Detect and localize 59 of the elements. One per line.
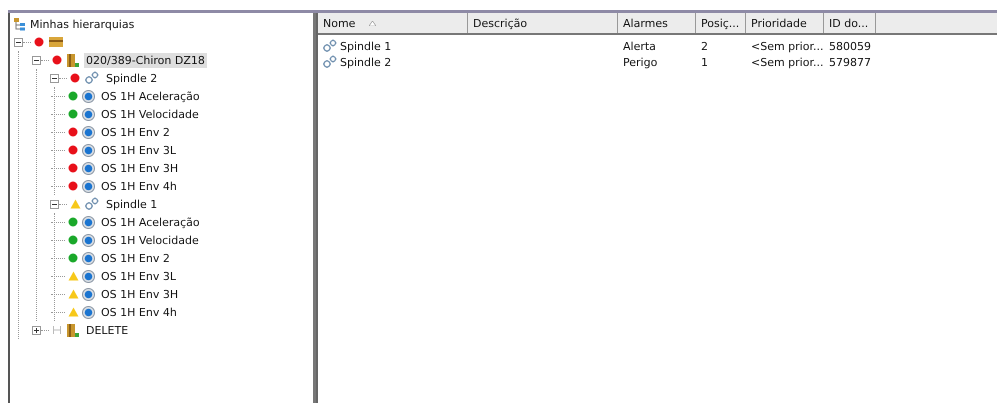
table-cell: <Sem prior... — [751, 40, 824, 52]
book-icon — [66, 322, 80, 338]
tree-item[interactable]: OS 1H Aceleração — [99, 88, 202, 104]
tree-item[interactable]: Spindle 1 — [104, 196, 160, 212]
gears-icon — [84, 197, 100, 211]
table-cell: 1 — [701, 56, 708, 68]
table-cell: <Sem prior... — [751, 56, 824, 68]
sensor-point-icon — [82, 252, 95, 264]
sensor-point-icon — [82, 306, 95, 318]
sensor-point-icon — [82, 108, 95, 120]
tree-item[interactable]: OS 1H Env 3H — [99, 160, 180, 176]
tree-item[interactable]: OS 1H Velocidade — [99, 106, 201, 122]
sensor-point-icon — [82, 216, 95, 228]
table-cell: Perigo — [623, 56, 658, 68]
gears-icon — [84, 71, 100, 85]
expand-toggle[interactable] — [32, 326, 41, 334]
tree-item[interactable]: OS 1H Aceleração — [99, 214, 202, 230]
collapse-toggle[interactable] — [32, 56, 41, 64]
collapse-toggle[interactable] — [14, 38, 23, 46]
tree-item[interactable]: Spindle 2 — [104, 70, 160, 86]
tree-title: Minhas hierarquias — [30, 18, 134, 30]
collapse-toggle[interactable] — [50, 200, 59, 208]
gears-icon — [322, 55, 338, 69]
tree-item[interactable]: OS 1H Env 4h — [99, 178, 179, 194]
column-header[interactable]: Nome — [318, 13, 468, 33]
tree-item[interactable]: OS 1H Env 2 — [99, 124, 172, 140]
tree-item[interactable]: OS 1H Env 3L — [99, 142, 178, 158]
book-icon — [66, 52, 80, 68]
sensor-point-icon — [82, 180, 95, 192]
table-cell: 580059 — [829, 40, 871, 52]
hierarchy-icon — [14, 18, 26, 30]
sensor-point-icon — [82, 144, 95, 156]
inactive-status-icon — [52, 325, 62, 335]
tree-item[interactable]: OS 1H Env 3L — [99, 268, 178, 284]
collapse-toggle[interactable] — [50, 74, 59, 82]
tree-item[interactable]: 020/389-Chiron DZ18 — [84, 52, 207, 68]
sensor-point-icon — [82, 162, 95, 174]
tree-item[interactable]: OS 1H Env 2 — [99, 250, 172, 266]
tree-item[interactable]: OS 1H Velocidade — [99, 232, 201, 248]
tree-item[interactable]: OS 1H Env 4h — [99, 304, 179, 320]
column-header[interactable]: ID do... — [824, 13, 876, 33]
sensor-point-icon — [82, 234, 95, 246]
column-header[interactable]: Alarmes — [618, 13, 696, 33]
table-cell: 579877 — [829, 56, 871, 68]
table-cell: Spindle 2 — [340, 56, 392, 68]
column-header[interactable]: Posiç... — [696, 13, 746, 33]
column-header[interactable]: Descrição — [468, 13, 618, 33]
table-cell: Spindle 1 — [340, 40, 392, 52]
gears-icon — [322, 39, 338, 53]
sensor-point-icon — [82, 270, 95, 282]
tree-item[interactable]: DELETE — [84, 322, 130, 338]
sensor-point-icon — [82, 288, 95, 300]
table-cell: Alerta — [623, 40, 656, 52]
table-cell: 2 — [701, 40, 708, 52]
sensor-point-icon — [82, 90, 95, 102]
tree-item[interactable]: OS 1H Env 3H — [99, 286, 180, 302]
sensor-point-icon — [82, 126, 95, 138]
folder-icon — [48, 36, 64, 48]
column-header[interactable]: Prioridade — [746, 13, 824, 33]
